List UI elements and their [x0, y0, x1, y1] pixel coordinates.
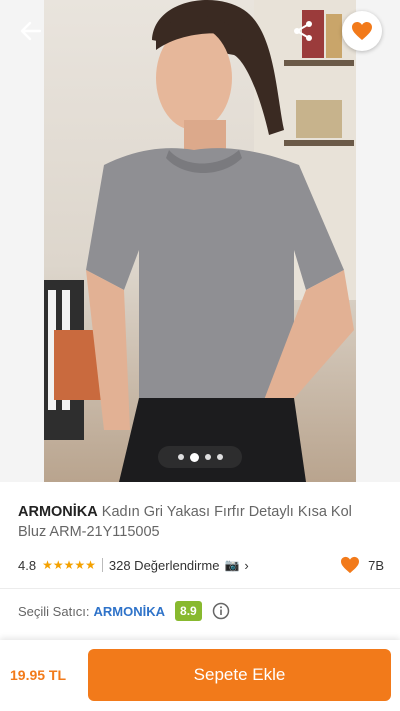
product-image[interactable] [44, 0, 356, 482]
seller-row: Seçili Satıcı: ARMONİKA 8.9 [18, 600, 230, 622]
add-to-cart-button[interactable]: Sepete Ekle [88, 649, 391, 701]
seller-label: Seçili Satıcı: [18, 603, 90, 619]
product-title: ARMONİKA Kadın Gri Yakası Fırfır Detaylı… [18, 502, 384, 542]
gallery-dot[interactable] [216, 454, 223, 460]
product-gallery[interactable] [0, 0, 400, 482]
seller-name-link[interactable]: ARMONİKA [94, 604, 166, 619]
heart-icon [341, 556, 360, 574]
rating-value: 4.8 [18, 557, 37, 573]
price: 19.95 TL [10, 667, 67, 683]
review-count[interactable]: 328 Değerlendirme [109, 558, 220, 573]
favorite-count: 7B [340, 554, 384, 576]
heart-icon [352, 22, 372, 40]
gallery-dot[interactable] [177, 454, 184, 460]
rating-row[interactable]: 4.8 ★★★★★ 328 Değerlendirme 📷 › 7B [18, 554, 384, 576]
rating-stars: ★★★★★ [42, 558, 96, 572]
gallery-pagination[interactable] [158, 446, 242, 468]
divider [0, 588, 400, 589]
back-arrow-icon [20, 21, 42, 41]
favorite-count-value: 7B [368, 557, 384, 573]
bottom-action-bar: 19.95 TL Sepete Ekle [0, 640, 400, 711]
share-button[interactable] [284, 12, 322, 50]
info-icon[interactable] [212, 602, 230, 620]
seller-score-badge: 8.9 [175, 601, 202, 621]
gallery-dot[interactable] [204, 454, 211, 460]
favorite-button[interactable] [342, 11, 382, 51]
camera-icon: 📷 [224, 558, 240, 572]
product-brand[interactable]: ARMONİKA [18, 504, 98, 520]
back-button[interactable] [12, 12, 50, 50]
share-icon [294, 21, 312, 41]
chevron-right-icon: › [244, 557, 249, 573]
gallery-dot-active[interactable] [189, 452, 199, 462]
divider [101, 558, 103, 572]
